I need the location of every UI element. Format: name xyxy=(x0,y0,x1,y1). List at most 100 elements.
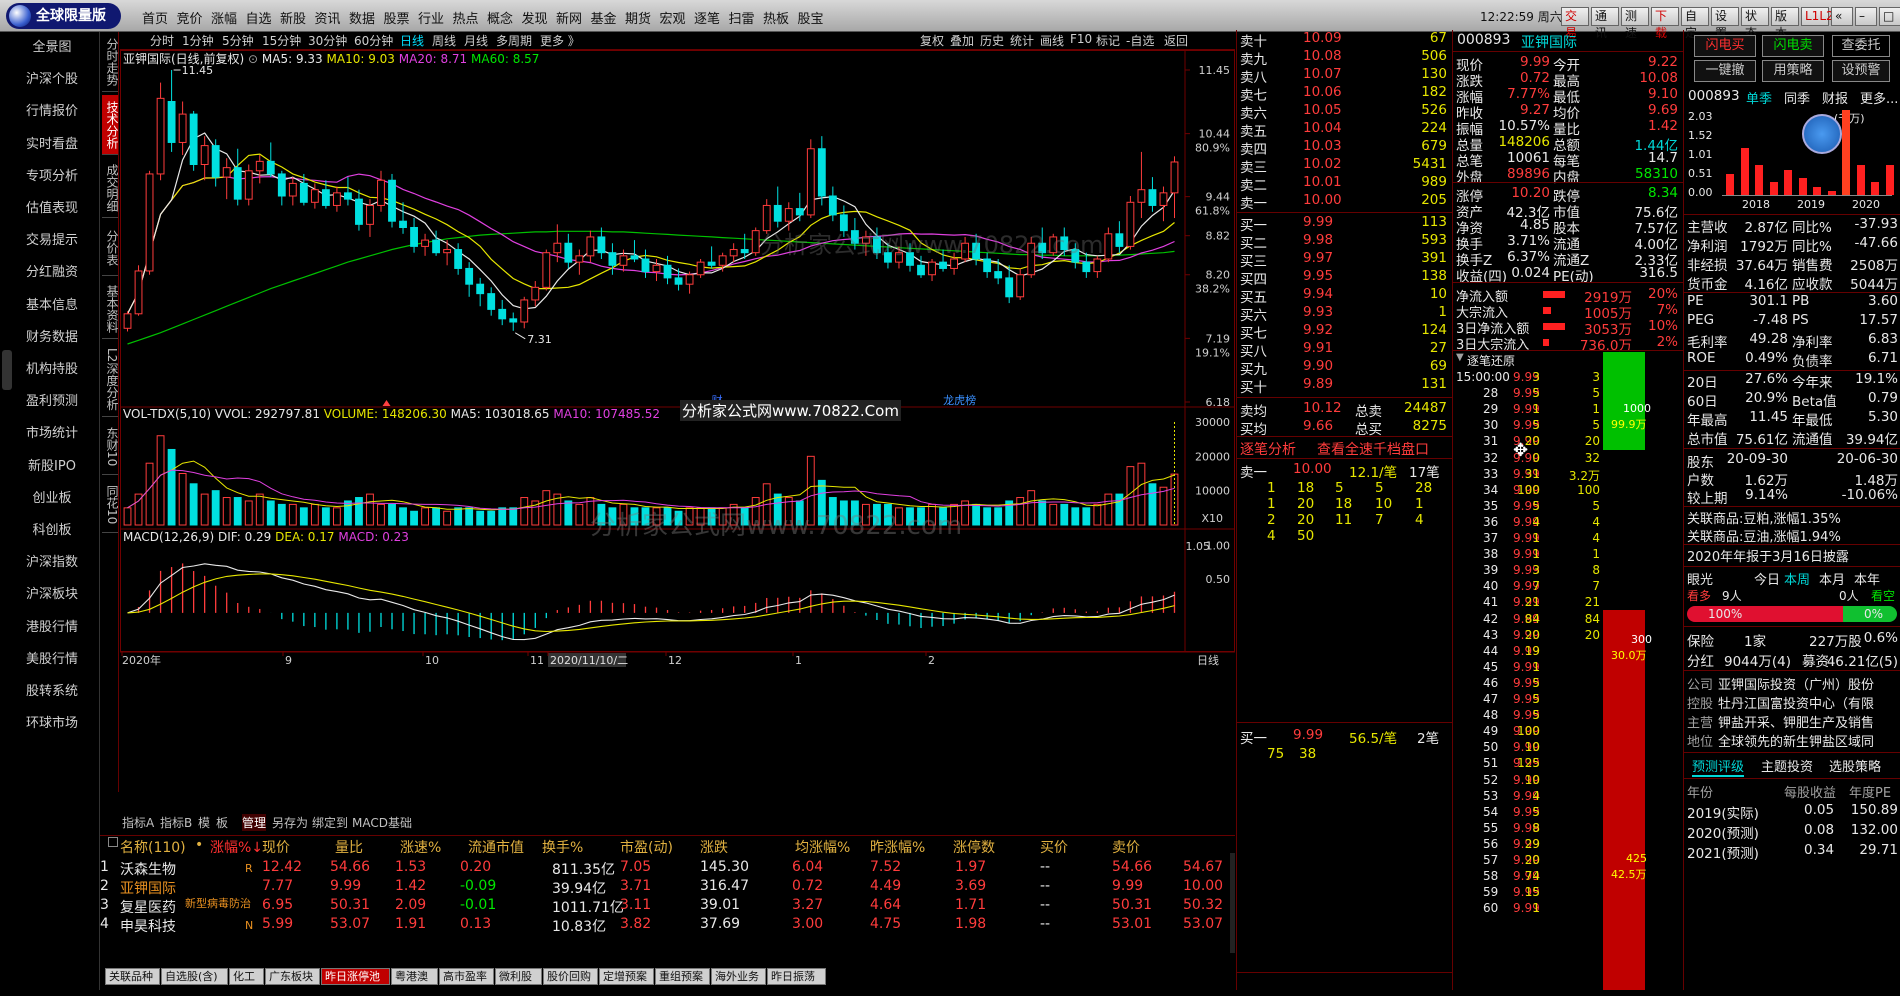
nav-item[interactable]: 沪深指数 xyxy=(12,551,92,570)
chart-period-tab[interactable]: 分时 xyxy=(150,32,174,49)
watch-tab[interactable]: 今日 xyxy=(1754,569,1780,588)
table-header[interactable]: 名称(110) xyxy=(120,837,186,857)
chart-tool-button[interactable]: 历史 xyxy=(980,32,1004,49)
nav-item[interactable]: 机构持股 xyxy=(12,358,92,377)
table-header[interactable]: 换手% xyxy=(542,837,583,857)
toolbar-button[interactable]: L1L2 xyxy=(1801,7,1834,26)
table-header[interactable]: 现价 xyxy=(262,837,290,857)
ask-price[interactable]: 10.07 xyxy=(1303,66,1342,82)
table-row[interactable]: 1 沃森生物 R 12.42 54.66 1.53 0.20 811.35亿 7.05 145.3… xyxy=(100,859,1235,878)
menu-item[interactable]: 宏观 xyxy=(660,8,686,27)
table-header[interactable]: 涨速% xyxy=(400,837,441,857)
menu-item[interactable]: 热板 xyxy=(763,8,789,27)
side-tab[interactable]: 成交明细 xyxy=(102,158,119,218)
sheet-tab[interactable]: 广东板块 xyxy=(265,968,320,985)
sheet-tab[interactable]: 微利股 xyxy=(495,968,542,985)
nav-item[interactable]: 全景图 xyxy=(12,36,92,55)
collapse-icon[interactable]: ▼ xyxy=(1456,352,1464,363)
collapse-handle[interactable] xyxy=(2,350,12,390)
chart-period-tab[interactable]: 更多 》 xyxy=(540,32,580,49)
sheet-tab[interactable]: 高市盈率 xyxy=(439,968,494,985)
sheet-tab[interactable]: 海外业务 xyxy=(711,968,766,985)
ask-price[interactable]: 10.00 xyxy=(1303,192,1342,208)
toolbar-button[interactable]: 通讯 xyxy=(1591,7,1619,40)
forecast-tab[interactable]: 预测评级 xyxy=(1692,756,1745,777)
toolbar-button[interactable]: 状态 xyxy=(1741,7,1769,40)
menu-item[interactable]: 股宝 xyxy=(798,8,824,27)
chart-period-tab[interactable]: 15分钟 xyxy=(262,32,301,49)
nav-item[interactable]: 专项分析 xyxy=(12,165,92,184)
nav-item[interactable]: 行情报价 xyxy=(12,100,92,119)
table-scrollbar[interactable] xyxy=(1230,853,1235,953)
nav-item[interactable]: 盈利预测 xyxy=(12,390,92,409)
menu-item[interactable]: 基金 xyxy=(591,8,617,27)
toolbar-button[interactable]: □ xyxy=(1879,7,1900,26)
menu-item[interactable]: 股票 xyxy=(384,8,410,27)
sheet-tab[interactable]: 定增预案 xyxy=(599,968,654,985)
menu-item[interactable]: 竞价 xyxy=(177,8,203,27)
table-row[interactable]: 2 亚钾国际 7.77 9.99 1.42 -0.09 39.94亿 3.71 316.47 0.… xyxy=(100,878,1235,897)
ask-price[interactable]: 10.06 xyxy=(1303,84,1342,100)
table-row[interactable]: 4 申昊科技 N 5.99 53.07 1.91 0.13 10.83亿 3.82 37.69 3.… xyxy=(100,916,1235,935)
nav-item[interactable]: 新股IPO xyxy=(12,455,92,474)
table-header[interactable]: 流通市值 xyxy=(468,837,524,857)
table-header[interactable]: • xyxy=(195,837,203,853)
menu-item[interactable]: 期货 xyxy=(625,8,651,27)
bid-price[interactable]: 9.89 xyxy=(1303,376,1333,392)
sheet-tab[interactable]: 股价回购 xyxy=(543,968,598,985)
table-header[interactable]: 均涨幅% xyxy=(795,837,850,857)
nav-item[interactable]: 沪深个股 xyxy=(12,68,92,87)
bid-price[interactable]: 9.93 xyxy=(1303,304,1333,320)
sheet-tab[interactable]: 昨日涨停池 xyxy=(321,968,390,985)
toolbar-button[interactable]: 版本 xyxy=(1771,7,1799,40)
indicator-tab[interactable]: 管理 xyxy=(242,814,267,831)
toolbar-button[interactable]: « xyxy=(1831,7,1853,26)
strategy-button[interactable]: 用策略 xyxy=(1762,60,1824,82)
nav-item[interactable]: 创业板 xyxy=(12,487,92,506)
side-tab[interactable]: 同花10 xyxy=(102,478,119,533)
nav-item[interactable]: 交易提示 xyxy=(12,229,92,248)
chart-period-tab[interactable]: 多周期 xyxy=(496,32,532,49)
chart-period-tab[interactable]: 60分钟 xyxy=(354,32,393,49)
menu-item[interactable]: 行业 xyxy=(418,8,444,27)
indicator-tab[interactable]: 模 xyxy=(198,814,210,831)
indicator-tab[interactable]: 指标A xyxy=(122,814,154,831)
bid-price[interactable]: 9.95 xyxy=(1303,268,1333,284)
menu-item[interactable]: 新股 xyxy=(280,8,306,27)
ask-price[interactable]: 10.09 xyxy=(1303,30,1342,46)
nav-item[interactable]: 股转系统 xyxy=(12,680,92,699)
chart-period-tab[interactable]: 日线 xyxy=(400,32,424,49)
table-header[interactable]: 涨幅%↓ xyxy=(210,837,263,857)
chart-tool-button[interactable]: 叠加 xyxy=(950,32,974,49)
ask-price[interactable]: 10.01 xyxy=(1303,174,1342,190)
menu-item[interactable]: 首页 xyxy=(142,8,168,27)
indicator-tab[interactable]: 绑定到 xyxy=(312,814,348,831)
table-header[interactable]: 市盈(动) xyxy=(620,837,673,857)
bid-price[interactable]: 9.90 xyxy=(1303,358,1333,374)
fin-link[interactable]: 单季 xyxy=(1746,88,1772,107)
nav-item[interactable]: 基本信息 xyxy=(12,294,92,313)
watch-tab[interactable]: 本年 xyxy=(1854,569,1880,588)
fin-link[interactable]: 同季 xyxy=(1784,88,1810,107)
menu-item[interactable]: 逐笔 xyxy=(694,8,720,27)
nav-item[interactable]: 美股行情 xyxy=(12,648,92,667)
sheet-tab[interactable]: 粤港澳 xyxy=(391,968,438,985)
toolbar-button[interactable]: 交易 xyxy=(1561,7,1589,40)
nav-item[interactable]: 科创板 xyxy=(12,519,92,538)
flash-buy-button[interactable]: 闪电买 xyxy=(1694,35,1756,57)
indicator-tab[interactable]: MACD基础 xyxy=(352,814,412,831)
flash-sell-button[interactable]: 闪电卖 xyxy=(1762,35,1824,57)
watch-tab[interactable]: 本周 xyxy=(1784,569,1810,588)
check-quote-button[interactable]: 查委托 xyxy=(1832,35,1890,57)
related-commodity[interactable]: 关联商品:豆油,涨幅1.94% xyxy=(1687,526,1841,545)
toolbar-button[interactable]: 设置 xyxy=(1711,7,1739,40)
sheet-tab[interactable]: 化工 xyxy=(229,968,264,985)
chart-period-tab[interactable]: 30分钟 xyxy=(308,32,347,49)
ask-price[interactable]: 10.02 xyxy=(1303,156,1342,172)
table-row[interactable]: 3 复星医药 新型病毒防治 6.95 50.31 2.09 -0.01 1011.71亿 3.1… xyxy=(100,897,1235,916)
menu-item[interactable]: 自选 xyxy=(246,8,272,27)
indicator-tab[interactable]: 板 xyxy=(216,814,228,831)
chart-tool-button[interactable]: 统计 xyxy=(1010,32,1034,49)
table-header[interactable]: 昨涨幅% xyxy=(870,837,925,857)
table-header[interactable]: 量比 xyxy=(335,837,363,857)
